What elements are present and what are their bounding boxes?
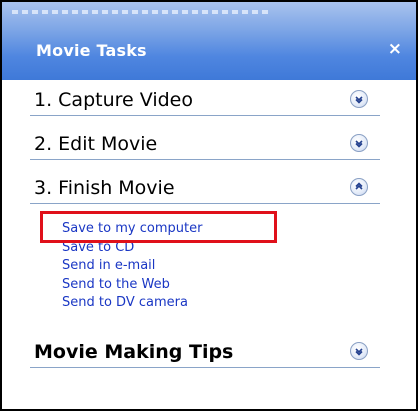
pane-title: Movie Tasks <box>36 41 147 60</box>
section-label: 1. Capture Video <box>34 89 193 111</box>
section-divider <box>30 203 380 204</box>
section-movie-making-tips[interactable]: Movie Making Tips <box>30 336 380 368</box>
chevron-down-icon[interactable] <box>350 134 368 152</box>
section-finish-movie[interactable]: 3. Finish Movie <box>30 172 380 204</box>
task-send-to-dv-camera[interactable]: Send to DV camera <box>62 294 202 313</box>
task-send-in-email[interactable]: Send in e-mail <box>62 257 202 276</box>
section-divider <box>30 367 380 368</box>
title-bar-texture <box>12 10 272 14</box>
close-icon[interactable]: × <box>388 41 402 58</box>
section-label: 2. Edit Movie <box>34 133 158 155</box>
section-divider <box>30 115 380 116</box>
section-edit-movie[interactable]: 2. Edit Movie <box>30 128 380 160</box>
chevron-down-icon[interactable] <box>350 90 368 108</box>
section-capture-video[interactable]: 1. Capture Video <box>30 84 380 116</box>
movie-tasks-pane: Movie Tasks × 1. Capture Video 2. Edit M… <box>0 0 418 411</box>
section-label: 3. Finish Movie <box>34 177 175 199</box>
pane-title-bar: Movie Tasks × <box>2 2 416 80</box>
task-send-to-web[interactable]: Send to the Web <box>62 276 202 295</box>
section-label: Movie Making Tips <box>34 341 234 363</box>
section-divider <box>30 159 380 160</box>
chevron-down-icon[interactable] <box>350 342 368 360</box>
chevron-up-icon[interactable] <box>350 178 368 196</box>
highlight-box <box>40 211 277 243</box>
